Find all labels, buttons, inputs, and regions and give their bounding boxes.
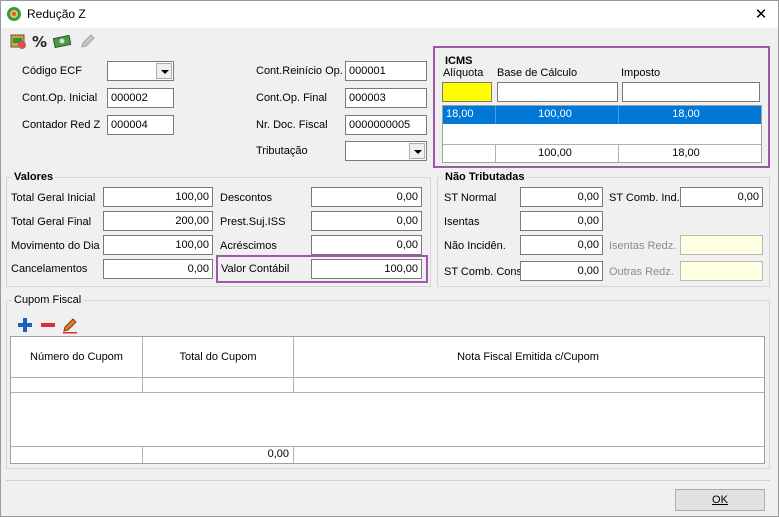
close-icon: ✕ <box>754 6 768 23</box>
descontos-label: Descontos <box>220 192 272 204</box>
valores-title: Valores <box>12 171 56 183</box>
icms-base-header: Base de Cálculo <box>497 67 578 79</box>
icms-imposto-header: Imposto <box>621 67 661 79</box>
add-plus-icon[interactable] <box>16 316 34 334</box>
title-bar: Redução Z ✕ <box>1 1 778 28</box>
ok-button[interactable]: OK <box>675 489 765 511</box>
cupom-fiscal-grid: Número do Cupom Total do Cupom Nota Fisc… <box>10 336 765 464</box>
total-geral-final-field[interactable]: 200,00 <box>103 211 213 231</box>
icms-total-imposto: 18,00 <box>672 147 700 159</box>
cancelamentos-field[interactable]: 0,00 <box>103 259 213 279</box>
icms-row-imposto: 18,00 <box>672 108 700 120</box>
chevron-down-icon <box>409 143 425 159</box>
codigo-ecf-label: Código ECF <box>22 65 82 77</box>
total-geral-final-label: Total Geral Final <box>11 216 92 228</box>
remove-minus-icon[interactable] <box>39 316 57 334</box>
movimento-dia-label: Movimento do Dia <box>11 240 100 252</box>
outras-redz-field <box>680 261 763 281</box>
cont-reinicio-op-field[interactable]: 000001 <box>345 61 427 81</box>
svg-text:%: % <box>32 33 47 50</box>
column-nota-fiscal[interactable]: Nota Fiscal Emitida c/Cupom <box>294 350 762 364</box>
cont-op-inicial-label: Cont.Op. Inicial <box>22 92 98 104</box>
nao-tributadas-title: Não Tributadas <box>443 171 527 183</box>
st-comb-ind-label: ST Comb. Ind. <box>609 192 680 204</box>
st-comb-cons-label: ST Comb. Cons <box>444 266 523 278</box>
cont-reinicio-op-label: Cont.Reinício Op. <box>256 65 343 77</box>
isentas-label: Isentas <box>444 216 480 228</box>
icms-aliquota-header: Alíquota <box>443 67 484 79</box>
valor-contabil-label: Valor Contábil <box>221 263 290 275</box>
close-button[interactable]: ✕ <box>744 1 778 28</box>
descontos-field[interactable]: 0,00 <box>311 187 422 207</box>
icms-row-selected[interactable]: 18,00 100,00 18,00 <box>443 106 761 124</box>
isentas-redz-label: Isentas Redz. <box>609 240 677 252</box>
prest-suj-iss-field[interactable]: 0,00 <box>311 211 422 231</box>
app-icon <box>7 7 21 21</box>
cont-op-inicial-field[interactable]: 000002 <box>107 88 174 108</box>
st-normal-label: ST Normal <box>444 192 497 204</box>
nr-doc-fiscal-label: Nr. Doc. Fiscal <box>256 119 328 131</box>
isentas-redz-field <box>680 235 763 255</box>
cupom-fiscal-title: Cupom Fiscal <box>12 294 84 306</box>
ok-button-label: OK <box>712 494 728 506</box>
nr-doc-fiscal-field[interactable]: 0000000005 <box>345 115 427 135</box>
acrescimos-field[interactable]: 0,00 <box>311 235 422 255</box>
icms-grid: 18,00 100,00 18,00 100,00 18,00 <box>442 105 762 163</box>
cancelamentos-label: Cancelamentos <box>11 263 88 275</box>
reducao-z-window: Redução Z ✕ % Código ECF Cont.Op. Inicia… <box>0 0 779 517</box>
tributacao-select[interactable] <box>345 141 427 161</box>
nao-incidencia-field[interactable]: 0,00 <box>520 235 603 255</box>
chevron-down-icon <box>156 63 172 79</box>
column-total-cupom[interactable]: Total do Cupom <box>143 350 293 364</box>
icms-imposto-input[interactable] <box>622 82 760 102</box>
column-numero-cupom[interactable]: Número do Cupom <box>11 350 142 364</box>
tributacao-label: Tributação <box>256 145 308 157</box>
contador-red-z-field[interactable]: 000004 <box>107 115 174 135</box>
money-note-icon[interactable] <box>53 32 71 50</box>
codigo-ecf-select[interactable] <box>107 61 174 81</box>
st-comb-ind-field[interactable]: 0,00 <box>680 187 763 207</box>
movimento-dia-field[interactable]: 100,00 <box>103 235 213 255</box>
save-money-icon[interactable] <box>9 32 27 50</box>
icms-totals-row: 100,00 18,00 <box>443 145 761 163</box>
isentas-field[interactable]: 0,00 <box>520 211 603 231</box>
icms-base-input[interactable] <box>497 82 618 102</box>
icms-total-base: 100,00 <box>538 147 572 159</box>
st-normal-field[interactable]: 0,00 <box>520 187 603 207</box>
icms-row-base: 100,00 <box>538 108 572 120</box>
contador-red-z-label: Contador Red Z <box>22 119 101 131</box>
icms-row-aliquota: 18,00 <box>446 108 474 120</box>
icms-title: ICMS <box>445 55 473 67</box>
total-geral-inicial-field[interactable]: 100,00 <box>103 187 213 207</box>
cupom-total-value: 0,00 <box>267 448 289 460</box>
acrescimos-label: Acréscimos <box>220 240 277 252</box>
valor-contabil-field[interactable]: 100,00 <box>311 259 422 279</box>
prest-suj-iss-label: Prest.Suj.ISS <box>220 216 286 228</box>
total-geral-inicial-label: Total Geral Inicial <box>11 192 96 204</box>
icms-aliquota-input[interactable] <box>442 82 492 102</box>
edit-pencil-icon <box>81 34 95 48</box>
outras-redz-label: Outras Redz. <box>609 266 674 278</box>
nao-incidencia-label: Não Incidên. <box>444 240 506 252</box>
window-title: Redução Z <box>27 7 86 21</box>
cont-op-final-field[interactable]: 000003 <box>345 88 427 108</box>
st-comb-cons-field[interactable]: 0,00 <box>520 261 603 281</box>
edit-pencil-icon[interactable] <box>61 316 79 334</box>
cont-op-final-label: Cont.Op. Final <box>256 92 327 104</box>
percent-icon[interactable]: % <box>31 32 49 50</box>
